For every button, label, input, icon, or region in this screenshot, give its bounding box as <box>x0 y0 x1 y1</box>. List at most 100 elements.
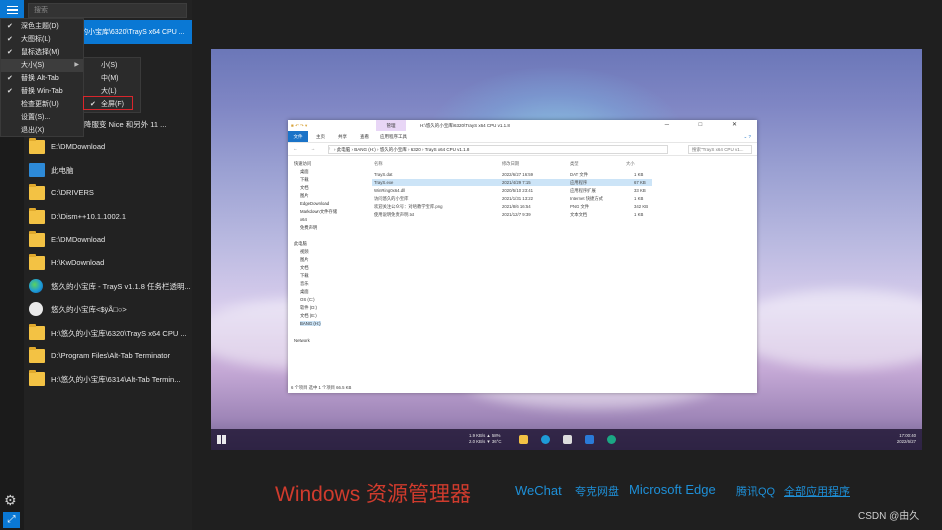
file-row: 欢迎关注公众号：对唔教学宝库.png 2021/8/6 16:54 PNG 文件 34… <box>372 203 652 210</box>
column-name: 名称 <box>374 161 383 166</box>
file-size: 33 KB <box>634 188 646 193</box>
window-controls: ─ □ ✕ <box>664 122 751 128</box>
ribbon-tab-share: 共享 <box>338 134 347 139</box>
caption-kuake[interactable]: 夸克网盘 <box>575 483 619 499</box>
settings-menu-item-label: 退出(X) <box>21 127 45 134</box>
file-row: TrayS.exe 2021/4/29 7:15 应用程序 67 KB <box>372 179 652 186</box>
gear-icon[interactable]: ⚙ <box>4 493 18 507</box>
settings-menu-item-label: 鼠标选择(M) <box>21 49 60 56</box>
edge-taskbar-icon <box>541 435 550 444</box>
file-row: 使用说明免责声明.txt 2021/12/7 9:39 文本文档 1 KB <box>372 211 652 218</box>
settings-menu-item[interactable]: ✔ 替换 Alt-Tab <box>1 72 83 85</box>
ribbon-tab-file: 文件 <box>288 131 308 142</box>
csdn-watermark: CSDN @由久 <box>858 511 920 522</box>
file-name: TrayS.exe <box>374 180 394 185</box>
size-submenu-item[interactable]: 小(S) <box>84 59 140 72</box>
nav-pane-item: Markdown文件存储 <box>300 209 338 214</box>
window-list-item[interactable]: 悠久的小宝库 - TrayS v1.1.8 任务栏透明... <box>24 275 192 298</box>
nav-pane-item: 快速访问 <box>294 161 312 166</box>
file-size: 1 KB <box>634 196 644 201</box>
file-type: Internet 快捷方式 <box>570 196 603 201</box>
window-list-item-label: E:\DMDownload <box>51 234 106 244</box>
explorer-file-list: 名称 修改日期 类型 大小 TrayS.dat 2022/6/27 16:59 DA… <box>370 158 754 382</box>
file-size: 342 KB <box>634 204 649 209</box>
window-list-item[interactable]: E:\DMDownload <box>24 229 192 252</box>
settings-menu-item[interactable]: ✔ 大图标(L) <box>1 33 83 46</box>
settings-menu-item[interactable]: 检查更新(U) <box>1 98 83 111</box>
caption-all-apps[interactable]: 全部应用程序 <box>784 483 850 499</box>
search-input[interactable]: 搜索 <box>28 3 187 18</box>
file-type: 应用程序 <box>570 180 588 185</box>
window-list-item-label: D:\Dism++10.1.1002.1 <box>51 211 127 221</box>
window-list-item-label: E:\DMDownload <box>51 142 106 151</box>
nav-pane-item: 视频 <box>300 249 309 254</box>
hamburger-icon <box>6 5 18 8</box>
window-list-item[interactable]: 悠久的小宝库<$ÿÃ□○> <box>24 298 192 321</box>
file-size: 1 KB <box>634 172 644 177</box>
settings-menu-item[interactable]: 退出(X) <box>1 124 83 137</box>
window-list-item[interactable]: 此电脑 <box>24 159 192 182</box>
nav-pane-item: 音乐 <box>300 281 309 286</box>
size-submenu-item-label: 中(M) <box>101 75 119 82</box>
file-size: 67 KB <box>634 180 646 185</box>
check-icon: ✔ <box>7 75 13 82</box>
check-icon: ✔ <box>7 36 13 43</box>
column-size: 大小 <box>626 161 635 166</box>
expand-icon: ⤢ <box>7 514 16 525</box>
settings-menu-item[interactable]: 设置(S)... <box>1 111 83 124</box>
size-submenu-item[interactable]: 中(M) <box>84 72 140 85</box>
caption-edge[interactable]: Microsoft Edge <box>629 482 716 497</box>
hamburger-icon-line <box>6 9 18 11</box>
file-name: 使用说明免责声明.txt <box>374 212 415 217</box>
nav-pane-item: BANG (H:) <box>300 321 321 326</box>
explorer-title: H:\悠久的小宝库\6320\TrayS x64 CPU v1.1.8 <box>420 123 510 128</box>
window-list-item[interactable]: E:\DMDownload <box>24 136 192 159</box>
wechat-taskbar-icon <box>607 435 616 444</box>
nav-pane-item: 下载 <box>300 273 309 278</box>
column-date: 修改日期 <box>502 161 520 166</box>
check-icon: ✔ <box>7 23 13 30</box>
submenu-arrow-icon: ▶ <box>74 62 79 68</box>
file-type: 应用程序扩展 <box>570 188 596 193</box>
file-date: 2020/5/10 23:41 <box>502 188 534 193</box>
fullscreen-toggle-button[interactable]: ⤢ <box>3 512 20 528</box>
explorer-title-bar: ■ ↶ ↷ ▾ 管理 H:\悠久的小宝库\6320\TrayS x64 CPU … <box>288 120 757 131</box>
window-list-item[interactable]: D:\Dism++10.1.1002.1 <box>24 206 192 229</box>
nav-pane-item: 桌面 <box>300 169 309 174</box>
folder-icon <box>29 346 45 363</box>
window-list-item[interactable]: H:\悠久的小宝库\6320\TrayS x64 CPU ... <box>24 322 192 345</box>
window-list-item-label: 悠久的小宝库<$ÿÃ□○> <box>51 305 127 315</box>
window-list-item[interactable]: C:\DRIVERS <box>24 182 192 205</box>
settings-menu-item[interactable]: ✔ 鼠标选择(M) <box>1 46 83 59</box>
taskbar: 1.9 KB/s ▲ 58% 2.0 KB/s ▼ 36°C 17:00:40 20… <box>211 429 922 450</box>
file-size: 1 KB <box>634 212 644 217</box>
nav-pane-item: 文档 <box>300 185 309 190</box>
net-down: 2.0 KB/s ▼ 36°C <box>469 439 502 444</box>
window-list-item[interactable]: H:\悠久的小宝库\6314\Alt-Tab Termin... <box>24 368 192 391</box>
taskbar-date: 2022/6/27 <box>896 439 916 444</box>
explorer-quick-access-icons: ■ ↶ ↷ ▾ <box>291 123 308 128</box>
file-row: TrayS.dat 2022/6/27 16:59 DAT 文件 1 KB <box>372 171 652 178</box>
settings-menu-item[interactable]: ✔ 替换 Win-Tab <box>1 85 83 98</box>
settings-menu-item[interactable]: ✔ 深色主题(D) <box>1 20 83 33</box>
caption-qq[interactable]: 腾讯QQ <box>736 483 775 499</box>
file-type: 文本文档 <box>570 212 588 217</box>
settings-menu-item[interactable]: 大小(S) ▶ <box>1 59 83 72</box>
nav-pane-item: 免费声明 <box>300 225 318 230</box>
net-up: 1.9 KB/s ▲ 58% <box>469 433 501 438</box>
file-date: 2021/1/31 13:22 <box>502 196 534 201</box>
window-list-item[interactable]: H:\KwDownload <box>24 252 192 275</box>
explorer-nav-pane: 快速访问 桌面 下载 文档 图片 EdgeDownload Markdown文件存储 x64 免… <box>288 160 368 382</box>
explorer-search-box: 搜索"TrayS x64 CPU v1... <box>688 145 752 154</box>
caption-windows-explorer[interactable]: Windows 资源管理器 <box>275 478 471 508</box>
nav-pane-item: 下载 <box>300 177 309 182</box>
window-list-item[interactable]: D:\Program Files\Alt-Tab Terminator <box>24 345 192 368</box>
check-icon: ✔ <box>7 49 13 56</box>
hamburger-menu-button[interactable] <box>0 0 24 20</box>
window-preview: ■ ↶ ↷ ▾ 管理 H:\悠久的小宝库\6320\TrayS x64 CPU … <box>211 49 922 450</box>
settings-menu-item-label: 设置(S)... <box>21 114 51 121</box>
ribbon-tab-app-tools: 应用程序工具 <box>380 134 407 139</box>
ribbon-tab-view: 查看 <box>360 134 369 139</box>
nav-pane-item: OS (C:) <box>300 297 315 302</box>
caption-wechat[interactable]: WeChat <box>515 483 562 498</box>
